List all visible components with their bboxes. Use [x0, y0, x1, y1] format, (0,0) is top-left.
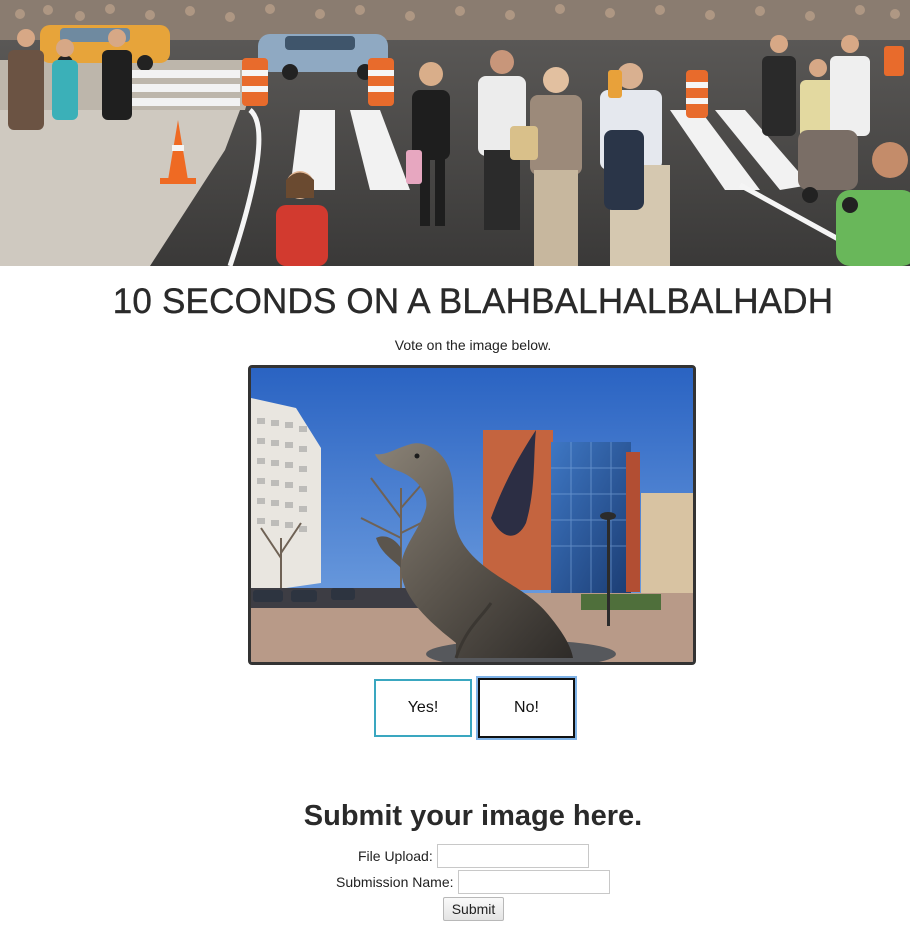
- vote-yes-button[interactable]: Yes!: [374, 679, 472, 737]
- dragon-statue-photo: [251, 368, 693, 662]
- page-title: 10 SECONDS ON A BLAHBALHALBALHADH: [112, 282, 834, 321]
- vote-instruction: Vote on the image below.: [394, 337, 552, 353]
- file-upload-label: File Upload:: [358, 848, 433, 864]
- vote-no-button[interactable]: No!: [478, 678, 575, 738]
- file-upload-row: File Upload:: [358, 844, 589, 868]
- submission-name-input[interactable]: [457, 870, 610, 894]
- submission-name-label: Submission Name:: [336, 874, 454, 890]
- submission-name-row: Submission Name:: [336, 870, 610, 894]
- hero-banner-image: [0, 0, 910, 266]
- submit-heading: Submit your image here.: [303, 800, 643, 832]
- file-upload-input[interactable]: [436, 844, 589, 868]
- street-crowd-photo: [0, 0, 910, 266]
- submit-button[interactable]: Submit: [443, 897, 504, 921]
- vote-image-frame: [248, 365, 696, 665]
